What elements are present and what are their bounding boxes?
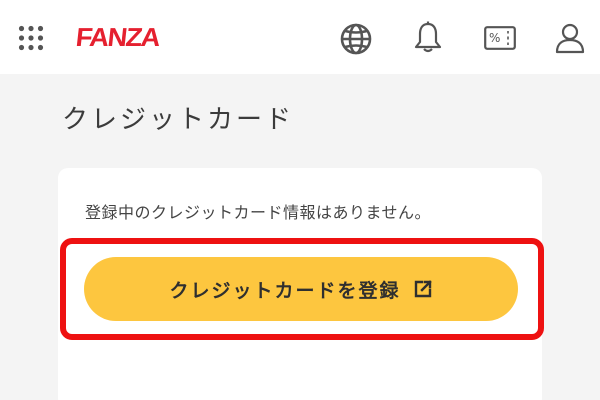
register-button-label: クレジットカードを登録 <box>169 279 401 302</box>
bell-icon[interactable] <box>413 20 443 54</box>
globe-icon[interactable] <box>339 22 373 56</box>
user-icon[interactable] <box>555 22 585 54</box>
coupon-icon[interactable]: % <box>484 26 516 50</box>
top-header: FANZA % <box>0 0 600 74</box>
register-credit-card-button[interactable]: クレジットカードを登録 <box>84 257 518 321</box>
fanza-logo[interactable]: FANZA <box>74 20 161 54</box>
coupon-symbol: % <box>489 31 501 45</box>
external-link-icon <box>414 280 432 298</box>
page-title: クレジットカード <box>62 105 295 135</box>
grid-menu-icon[interactable] <box>18 25 44 51</box>
no-card-message: 登録中のクレジットカード情報はありません。 <box>85 203 432 222</box>
